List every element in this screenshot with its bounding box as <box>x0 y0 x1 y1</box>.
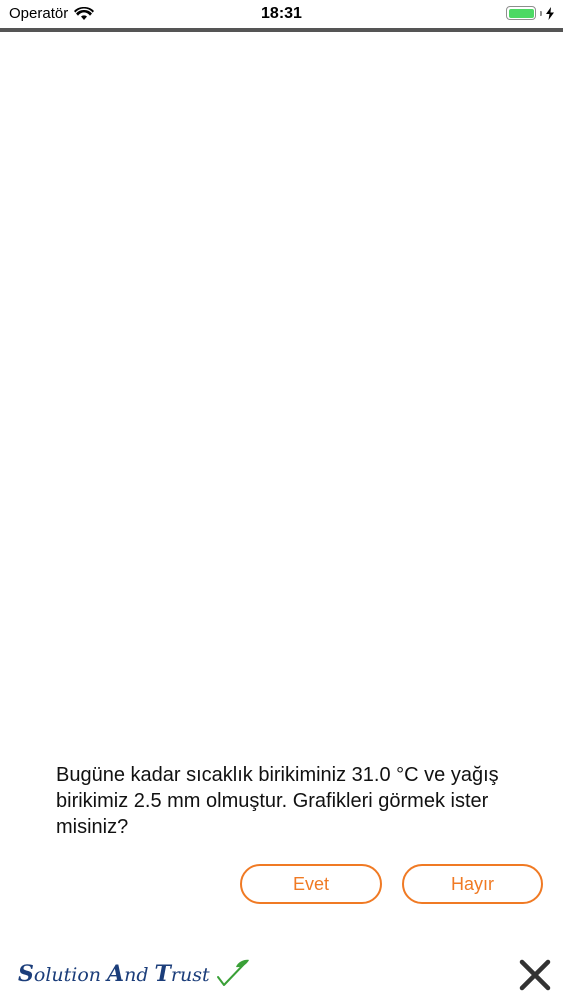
logo-rest-solution: olution <box>33 964 102 986</box>
logo-rest-trust: rust <box>170 964 210 986</box>
logo-rest-and: nd <box>124 964 149 986</box>
battery-icon <box>506 6 536 20</box>
status-right <box>506 6 554 20</box>
battery-tip <box>540 10 542 16</box>
logo-word-solution: Solution <box>18 961 101 987</box>
logo-word-trust: Trust <box>155 961 210 987</box>
logo-cap-t: T <box>154 961 171 987</box>
yes-button[interactable]: Evet <box>240 864 382 904</box>
logo-word-and: And <box>107 961 148 987</box>
solution-and-trust-logo: Solution And Trust <box>18 956 250 992</box>
charging-bolt-icon <box>546 6 554 20</box>
accumulation-message: Bugüne kadar sıcaklık birikiminiz 31.0 °… <box>56 764 499 838</box>
logo-cap-a: A <box>107 961 125 987</box>
close-icon[interactable] <box>517 957 553 993</box>
status-bar: Operatör 18:31 <box>0 0 563 28</box>
no-button[interactable]: Hayır <box>402 864 543 904</box>
battery-level <box>508 8 534 18</box>
checkmark-leaf-icon <box>216 959 249 986</box>
status-time: 18:31 <box>261 5 302 22</box>
logo-cap-s: S <box>18 961 34 987</box>
status-divider <box>0 28 563 32</box>
